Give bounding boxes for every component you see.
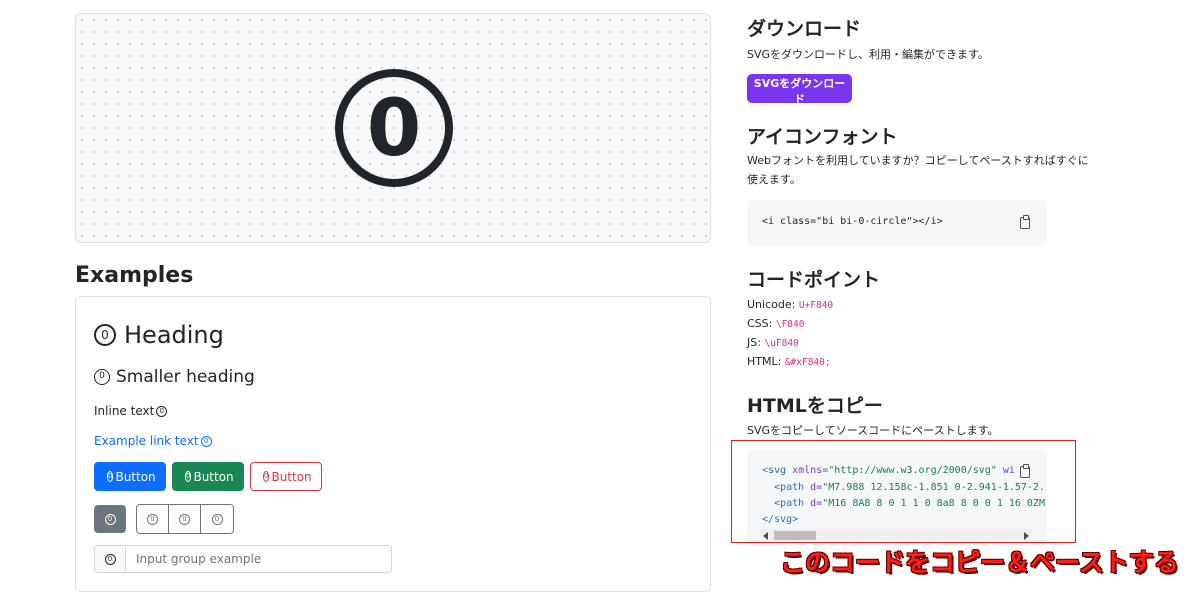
input-group-field[interactable] [126, 546, 391, 572]
icon-button-group: 0 0 0 [136, 504, 234, 534]
outline-danger-button[interactable]: 0 Button [250, 462, 322, 491]
copy-html-desc: SVGをコピーしてソースコードにペーストします。 [747, 424, 999, 437]
icon-font-title: アイコンフォント [747, 126, 898, 148]
icon-button-group-item[interactable]: 0 [201, 505, 233, 533]
icon-font-desc-line1: Webフォントを利用していますか？コピーしてペーストすればすぐに [747, 154, 1089, 167]
example-heading: 0 Heading [94, 321, 224, 349]
icon-font-desc-line2: 使えます。 [747, 173, 801, 186]
0-circle-icon: 0 [335, 69, 453, 187]
icon-button-group-item[interactable]: 0 [137, 505, 169, 533]
icon-button-dark[interactable]: 0 [94, 505, 126, 533]
code-point-label: HTML: [747, 355, 782, 368]
0-circle-icon: 0 [104, 553, 116, 565]
0-circle-icon: 0 [211, 513, 223, 525]
code-point-label: Unicode: [747, 298, 796, 311]
code-point-label: JS: [747, 336, 761, 349]
example-icon-buttons: 0 0 0 0 [94, 504, 234, 534]
copy-html-title: HTMLをコピー [747, 395, 883, 417]
code-point-unicode: Unicode: U+F840 [747, 298, 833, 311]
0-circle-icon: 0 [156, 405, 168, 417]
0-circle-icon: 0 [147, 513, 158, 525]
code-point-title: コードポイント [747, 269, 881, 291]
code-point-label: CSS: [747, 317, 773, 330]
download-svg-button[interactable]: SVGをダウンロード [747, 74, 852, 106]
code-point-css: CSS: \F840 [747, 317, 804, 330]
clipboard-icon[interactable] [1020, 215, 1030, 229]
code-point-value: &#xF840; [784, 357, 831, 368]
0-circle-icon: 0 [104, 513, 116, 525]
examples-title: Examples [75, 263, 194, 288]
annotation-text: このコードをコピー＆ペーストする [780, 548, 1179, 577]
code-point-value: U+F840 [798, 300, 834, 311]
example-smaller-heading: 0 Smaller heading [94, 367, 255, 387]
button-label: Button [115, 469, 156, 484]
examples-box: 0 Heading 0 Smaller heading Inline text … [75, 296, 711, 592]
download-desc: SVGをダウンロードし、利用・編集ができます。 [747, 48, 989, 61]
highlight-frame [731, 440, 1076, 543]
inline-text: Inline text [94, 404, 155, 418]
0-circle-icon: 0 [94, 369, 110, 385]
input-group-addon: 0 [95, 546, 126, 572]
icon-button-group-item[interactable]: 0 [169, 505, 201, 533]
0-circle-icon: 0 [107, 471, 114, 482]
smaller-heading-text: Smaller heading [116, 367, 255, 387]
icon-font-code-box: <i class="bi bi-0-circle"></i> [747, 200, 1047, 246]
example-link[interactable]: Example link text 0 [94, 434, 214, 448]
svg-text:0: 0 [367, 84, 421, 174]
code-point-js: JS: \uF840 [747, 336, 799, 349]
0-circle-icon: 0 [185, 471, 192, 482]
example-input-group: 0 [94, 545, 392, 573]
example-buttons: 0 Button 0 Button 0 Button [94, 462, 322, 491]
0-circle-icon: 0 [263, 471, 270, 482]
button-label: Button [193, 469, 234, 484]
code-point-value: \F840 [775, 319, 805, 330]
download-title: ダウンロード [747, 18, 862, 40]
icon-font-code[interactable]: <i class="bi bi-0-circle"></i> [762, 216, 943, 227]
0-circle-icon: 0 [200, 435, 212, 447]
0-circle-icon: 0 [179, 513, 190, 525]
success-button[interactable]: 0 Button [172, 462, 244, 491]
example-inline-text: Inline text 0 [94, 404, 169, 418]
heading-text: Heading [124, 321, 224, 349]
button-label: Button [271, 469, 312, 484]
0-circle-icon: 0 [94, 324, 116, 346]
icon-preview-box: 0 [75, 13, 711, 243]
code-point-value: \uF840 [764, 338, 799, 349]
link-text: Example link text [94, 434, 199, 448]
code-point-html: HTML: &#xF840; [747, 355, 831, 368]
primary-button[interactable]: 0 Button [94, 462, 166, 491]
